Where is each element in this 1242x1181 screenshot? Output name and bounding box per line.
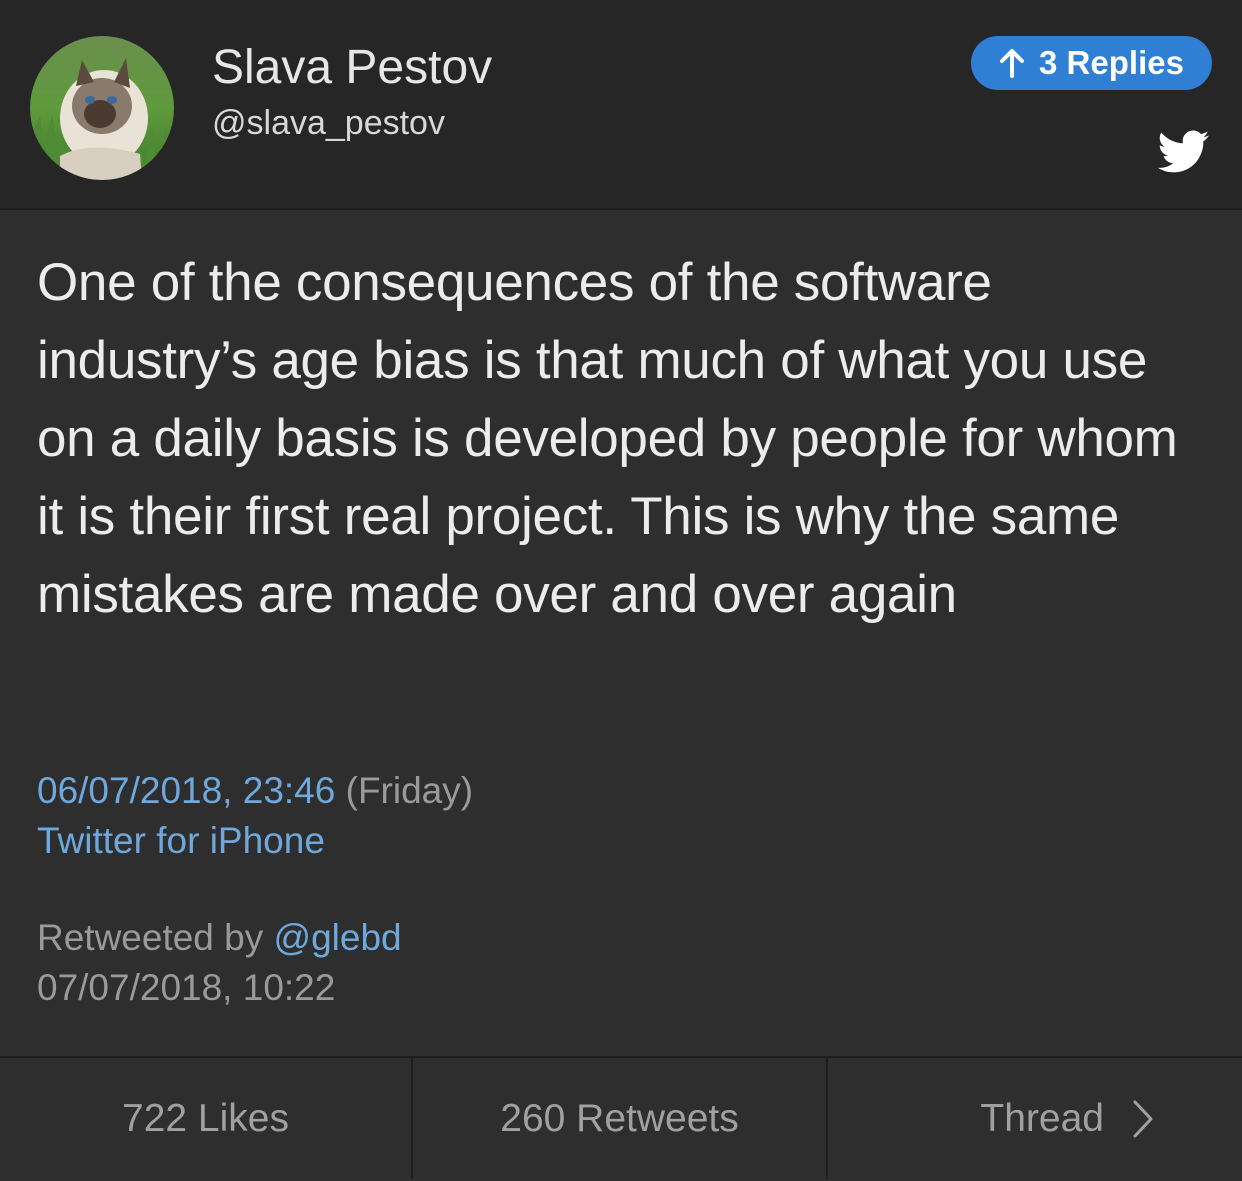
retweets-button[interactable]: 260 Retweets (413, 1058, 828, 1179)
chevron-right-icon (1132, 1099, 1154, 1139)
thread-label: Thread (980, 1096, 1104, 1140)
retweets-label: 260 Retweets (500, 1096, 739, 1140)
user-display-name[interactable]: Slava Pestov (212, 40, 492, 95)
retweet-datetime: 07/07/2018, 10:22 (37, 967, 336, 1008)
tweet-text: One of the consequences of the software … (37, 253, 1178, 624)
likes-label: 722 Likes (122, 1096, 289, 1140)
likes-button[interactable]: 722 Likes (0, 1058, 413, 1179)
tweet-header: Slava Pestov @slava_pestov 3 Replies (0, 0, 1242, 210)
retweeter-link[interactable]: @glebd (274, 917, 402, 958)
replies-button[interactable]: 3 Replies (971, 36, 1212, 90)
tweet-source-link[interactable]: Twitter for iPhone (37, 820, 325, 861)
avatar[interactable] (30, 36, 174, 180)
tweet-action-bar: 722 Likes 260 Retweets Thread (0, 1056, 1242, 1181)
retweet-info: Retweeted by @glebd 07/07/2018, 10:22 (37, 913, 402, 1013)
tweet-datetime-link[interactable]: 06/07/2018, 23:46 (37, 770, 335, 811)
tweet-weekday: (Friday) (345, 770, 474, 811)
user-handle[interactable]: @slava_pestov (212, 104, 445, 143)
twitter-bird-icon (1157, 130, 1210, 174)
tweet-meta: 06/07/2018, 23:46 (Friday) Twitter for i… (37, 766, 473, 866)
retweet-prefix: Retweeted by (37, 917, 264, 958)
thread-button[interactable]: Thread (828, 1058, 1242, 1179)
arrow-up-icon (999, 48, 1025, 78)
replies-label: 3 Replies (1039, 44, 1184, 81)
